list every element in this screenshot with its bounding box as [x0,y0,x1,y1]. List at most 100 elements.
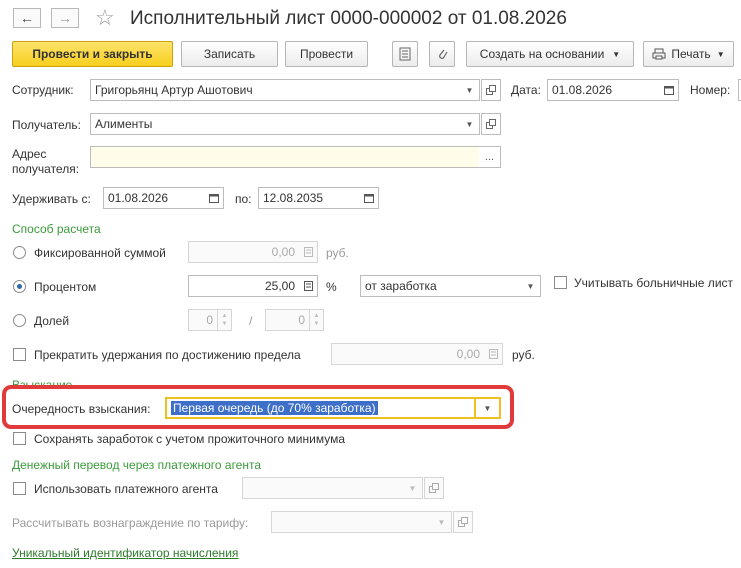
address-field[interactable] [90,146,480,168]
save-button[interactable]: Записать [181,41,278,67]
calendar-icon [663,86,674,95]
number-label: Номер: [690,83,731,97]
share-numerator-field[interactable]: 0 [188,309,218,331]
fixed-sum-radio[interactable] [13,246,26,259]
limit-calc-button[interactable] [484,343,503,365]
share-denominator-field[interactable]: 0 [265,309,310,331]
withhold-from-field[interactable]: 01.08.2026 [103,187,205,209]
agent-field[interactable] [242,477,404,499]
open-icon [486,85,496,95]
chevron-down-icon: ▼ [483,403,492,413]
share-denominator-spinner[interactable]: ▲ ▼ [310,309,324,331]
keep-minimum-checkbox[interactable] [13,432,26,445]
percent-field[interactable]: 25,00 [188,275,300,297]
recipient-open-button[interactable] [481,113,501,135]
address-label-line2: получателя: [12,162,80,176]
use-agent-checkbox[interactable] [13,482,26,495]
priority-label: Очередность взыскания: [12,402,151,416]
recipient-dropdown[interactable]: ▼ [460,113,480,135]
spin-up-icon: ▲ [313,313,320,319]
post-and-close-button[interactable]: Провести и закрыть [12,41,173,67]
date-field[interactable]: 01.08.2026 [547,79,660,101]
print-button[interactable]: Печать ▼ [643,41,734,67]
chevron-down-icon: ▼ [408,483,417,493]
withhold-from-label: Удерживать с: [12,192,91,206]
percent-base-dropdown[interactable]: ▼ [521,275,541,297]
open-icon [458,517,468,527]
date-label: Дата: [511,83,541,97]
fixed-sum-field[interactable]: 0,00 [188,241,300,263]
priority-value: Первая очередь (до 70% заработка) [171,401,378,415]
tariff-dropdown[interactable]: ▼ [432,511,452,533]
fixed-sum-unit: руб. [326,246,349,260]
agent-open-button[interactable] [424,477,444,499]
star-icon[interactable]: ☆ [95,5,115,31]
percent-base-select[interactable]: от заработка [360,275,523,297]
tariff-open-button[interactable] [453,511,473,533]
share-radio[interactable] [13,314,26,327]
share-numerator-spinner[interactable]: ▲ ▼ [218,309,232,331]
share-slash: / [249,314,253,328]
priority-dropdown[interactable]: ▼ [476,397,501,419]
chevron-down-icon: ▼ [612,49,621,59]
use-agent-label: Использовать платежного агента [34,482,218,496]
sick-leave-label: Учитывать больничные лист [574,276,734,290]
limit-field[interactable]: 0,00 [331,343,485,365]
recipient-field[interactable]: Алименты [90,113,462,135]
percent-unit: % [326,280,337,294]
employee-open-button[interactable] [481,79,501,101]
limit-checkbox[interactable] [13,348,26,361]
calendar-icon [208,194,219,203]
back-button[interactable]: ← [13,8,41,28]
calculator-icon [303,281,313,291]
arrow-right-icon: → [58,10,72,26]
paperclip-icon [439,49,448,59]
open-icon [429,483,439,493]
page-title: Исполнительный лист 0000-000002 от 01.08… [130,8,567,29]
withhold-from-calendar-button[interactable] [204,187,224,209]
employee-dropdown[interactable]: ▼ [460,79,480,101]
calculator-icon [488,349,498,359]
percent-calc-button[interactable] [299,275,318,297]
attach-button[interactable] [429,41,455,67]
date-calendar-button[interactable] [659,79,679,101]
limit-unit: руб. [512,348,535,362]
print-label: Печать [671,47,711,61]
spin-down-icon: ▼ [313,321,320,327]
tariff-field[interactable] [271,511,433,533]
fixed-sum-label: Фиксированной суммой [34,246,166,260]
forward-button[interactable]: → [51,8,79,28]
fixed-sum-calc-button[interactable] [299,241,318,263]
withhold-to-label: по: [235,192,252,206]
withhold-to-field[interactable]: 12.08.2035 [258,187,360,209]
chevron-down-icon: ▼ [437,517,446,527]
open-icon [486,119,496,129]
sick-leave-checkbox[interactable] [554,276,567,289]
percent-radio[interactable] [13,280,26,293]
chevron-down-icon: ▼ [526,281,535,291]
spin-down-icon: ▼ [221,321,228,327]
spin-up-icon: ▲ [221,313,228,319]
percent-label: Процентом [34,280,97,294]
calculator-icon [303,247,313,257]
create-based-on-button[interactable]: Создать на основании ▼ [466,41,634,67]
address-select-button[interactable]: ... [479,146,501,168]
keep-minimum-label: Сохранять заработок с учетом прожиточног… [34,432,346,446]
printer-icon [652,48,666,60]
employee-label: Сотрудник: [12,83,74,97]
chevron-down-icon: ▼ [716,49,725,59]
calc-method-section-title: Способ расчета [12,222,101,236]
agent-dropdown[interactable]: ▼ [403,477,423,499]
uid-link[interactable]: Уникальный идентификатор начисления [12,546,238,560]
create-based-on-label: Создать на основании [479,47,605,61]
payment-agent-section-title: Денежный перевод через платежного агента [12,458,262,472]
employee-field[interactable]: Григорьянц Артур Ашотович [90,79,462,101]
list-button[interactable] [392,41,418,67]
chevron-down-icon: ▼ [465,119,474,129]
withhold-to-calendar-button[interactable] [359,187,379,209]
post-button[interactable]: Провести [285,41,368,67]
limit-label: Прекратить удержания по достижению преде… [34,348,301,362]
tariff-label: Рассчитывать вознаграждение по тарифу: [12,516,249,530]
share-label: Долей [34,314,70,328]
priority-select[interactable]: Первая очередь (до 70% заработка) [165,397,476,419]
